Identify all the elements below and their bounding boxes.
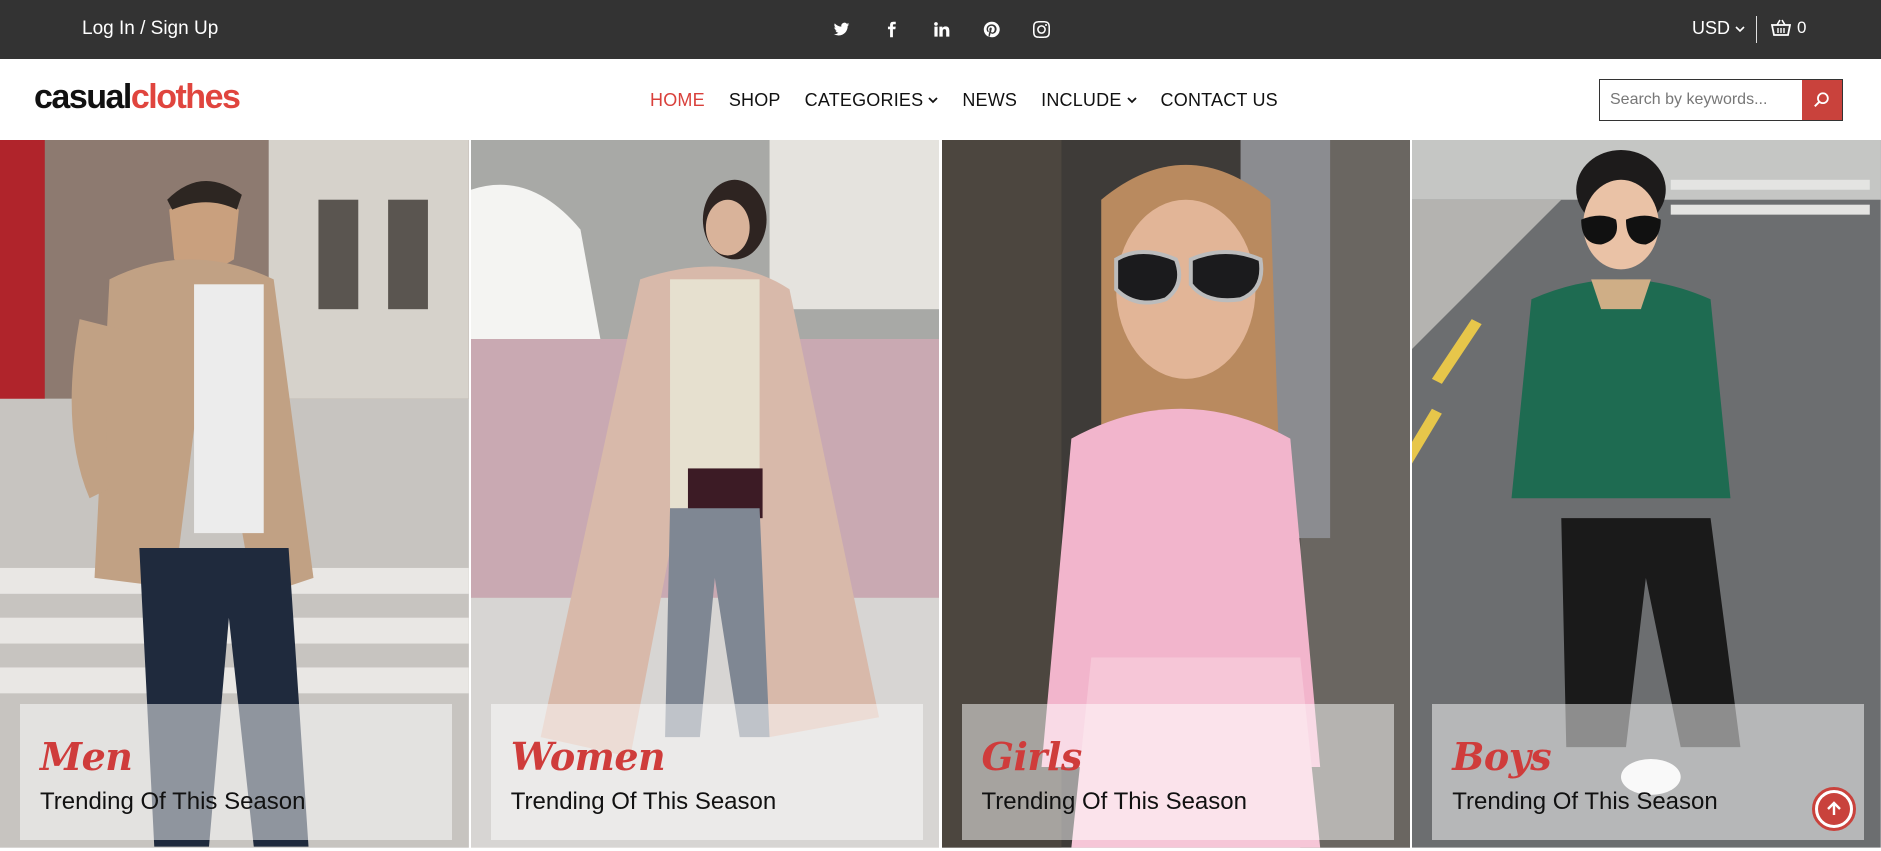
- site-logo[interactable]: casualclothes: [34, 78, 241, 116]
- main-header: casualclothes HOME SHOP CATEGORIES NEWS …: [0, 59, 1881, 140]
- nav-include-label: INCLUDE: [1041, 89, 1122, 110]
- nav-news[interactable]: NEWS: [962, 90, 1017, 111]
- category-panel-girls[interactable]: Girls Trending Of This Season: [941, 140, 1411, 851]
- search-button[interactable]: [1802, 80, 1842, 120]
- category-title[interactable]: Men: [40, 734, 133, 779]
- nav-categories[interactable]: CATEGORIES: [805, 90, 939, 111]
- category-caption: Women Trending Of This Season: [490, 704, 923, 840]
- logo-text-part2: clothes: [130, 78, 241, 116]
- instagram-icon[interactable]: [1027, 16, 1055, 42]
- category-title[interactable]: Women: [511, 734, 666, 779]
- category-panel-boys[interactable]: Boys Trending Of This Season: [1412, 140, 1881, 851]
- linkedin-icon[interactable]: [927, 16, 955, 42]
- social-links: [827, 16, 1055, 42]
- category-caption: Girls Trending Of This Season: [961, 704, 1394, 840]
- search-icon: [1814, 92, 1829, 108]
- topbar-divider: [1756, 16, 1757, 43]
- cart-count: 0: [1797, 18, 1807, 37]
- category-title[interactable]: Boys: [1452, 734, 1551, 779]
- arrow-up-icon: [1827, 801, 1841, 815]
- basket-icon: [1771, 19, 1791, 36]
- nav-home[interactable]: HOME: [650, 90, 705, 111]
- logo-text-part1: casual: [34, 78, 132, 116]
- twitter-icon[interactable]: [827, 16, 855, 42]
- nav-home-label: HOME: [650, 89, 705, 110]
- currency-select[interactable]: USD: [1692, 18, 1745, 39]
- nav-include[interactable]: INCLUDE: [1041, 89, 1137, 111]
- login-signup-link[interactable]: Log In / Sign Up: [82, 18, 218, 40]
- scroll-to-top-circle: [1818, 793, 1850, 825]
- nav-categories-label: CATEGORIES: [804, 89, 924, 110]
- nav-shop[interactable]: SHOP: [729, 90, 781, 111]
- category-panel-women[interactable]: Women Trending Of This Season: [470, 140, 940, 851]
- search-box: [1599, 79, 1843, 121]
- nav-contact-us[interactable]: CONTACT US: [1161, 90, 1278, 111]
- search-input[interactable]: [1600, 80, 1802, 120]
- category-title[interactable]: Girls: [982, 734, 1083, 779]
- nav-shop-label: SHOP: [728, 89, 781, 110]
- chevron-down-icon: [1126, 97, 1137, 104]
- category-subtitle: Trending Of This Season: [1452, 788, 1718, 815]
- cart-button[interactable]: 0: [1771, 18, 1806, 38]
- category-subtitle: Trending Of This Season: [981, 788, 1247, 815]
- category-subtitle: Trending Of This Season: [40, 788, 306, 815]
- category-caption: Men Trending Of This Season: [20, 704, 452, 840]
- currency-label: USD: [1692, 18, 1731, 38]
- nav-news-label: NEWS: [962, 89, 1018, 110]
- pinterest-icon[interactable]: [977, 16, 1005, 42]
- category-panel-men[interactable]: Men Trending Of This Season: [0, 140, 469, 851]
- scroll-to-top-button[interactable]: [1812, 787, 1856, 831]
- category-caption: Boys Trending Of This Season: [1432, 704, 1865, 840]
- facebook-icon[interactable]: [877, 16, 905, 42]
- top-bar: Log In / Sign Up USD 0: [0, 0, 1881, 59]
- category-banner: Men Trending Of This Season Women Trendi…: [0, 140, 1881, 851]
- chevron-down-icon: [1735, 25, 1745, 32]
- nav-contact-label: CONTACT US: [1160, 89, 1278, 110]
- chevron-down-icon: [928, 97, 938, 104]
- main-nav: HOME SHOP CATEGORIES NEWS INCLUDE CONTAC…: [650, 88, 1302, 112]
- category-subtitle: Trending Of This Season: [510, 788, 777, 815]
